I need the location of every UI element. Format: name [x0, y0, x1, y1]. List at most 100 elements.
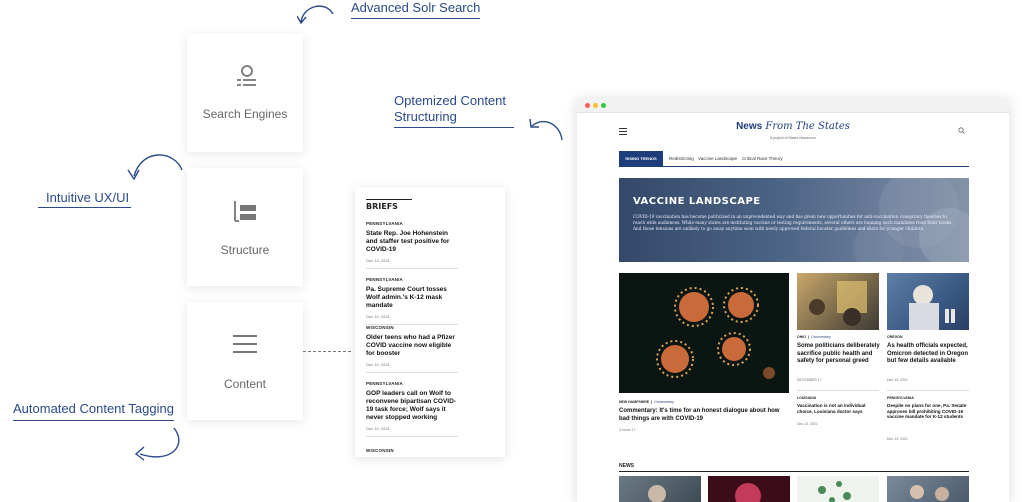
rising-trends-badge: RISING TRENDS [619, 151, 663, 166]
callout-underline [13, 420, 174, 421]
brief-item[interactable]: WISCONSIN Older teens who had a Pfizer C… [366, 325, 458, 373]
story-state: OHIO [797, 335, 806, 339]
brief-item[interactable]: WISCONSIN [366, 448, 458, 453]
briefs-rule [366, 199, 412, 200]
brief-state: PENNSYLVANIA [366, 221, 403, 226]
story-date: 3 hours 17 [619, 428, 636, 432]
callout-underline [38, 207, 132, 208]
brief-item[interactable]: PENNSYLVANIA Pa. Supreme Court tosses Wo… [366, 277, 458, 325]
story-date: Dec 13, 2021 [887, 378, 908, 382]
right-story2-headline[interactable]: Despite no plans for one, Pa. Senate app… [887, 403, 971, 420]
main-story-image[interactable] [619, 273, 789, 393]
hero-description: COVID-19 vaccination has become politici… [633, 214, 953, 232]
news-section-label: NEWS [619, 463, 634, 469]
people-image [910, 485, 949, 501]
story-separator [887, 390, 969, 391]
site-title-bold: News [736, 121, 763, 132]
mid-story-headline[interactable]: Some politicians deliberately sacrifice … [797, 343, 881, 366]
brief-headline[interactable]: Older teens who had a Pfizer COVID vacci… [366, 334, 458, 358]
card-label: Structure [220, 243, 270, 257]
search-list-icon [237, 65, 256, 86]
virus-pattern-image [818, 481, 851, 502]
callout-optimized-content-text: Optemized Content Structuring [394, 93, 507, 124]
callout-advanced-solr-text: Advanced Solr Search [351, 0, 481, 15]
brief-headline[interactable]: State Rep. Joe Hohenstein and staffer te… [366, 230, 458, 254]
story-date: DECEMBER 17 [797, 378, 822, 382]
brief-date: Dec 13, 2021 [366, 258, 390, 263]
hero-banner[interactable]: VACCINE LANDSCAPE COVID-19 vaccination h… [619, 178, 969, 262]
story-tag[interactable]: Commentary [654, 400, 674, 404]
brief-separator [366, 372, 458, 373]
callout-advanced-solr: Advanced Solr Search [351, 0, 481, 19]
callout-automated-tagging: Automated Content Tagging [13, 401, 174, 421]
card-content[interactable]: Content [187, 302, 303, 420]
story-date: Dec 13, 2021 [887, 437, 908, 441]
callout-optimized-content: Optemized Content Structuring [394, 93, 524, 128]
callout-intuitive-ux: Intuitive UX/UI [38, 190, 132, 208]
story-separator [797, 390, 879, 391]
structure-icon [234, 201, 256, 222]
curved-arrow-icon [529, 118, 563, 141]
brief-date: Dec 10, 2021 [366, 362, 390, 367]
right-story-headline[interactable]: As health officials expected, Omicron de… [887, 343, 971, 366]
card-label: Content [223, 377, 267, 391]
close-dot-icon[interactable] [585, 103, 590, 108]
site-title[interactable]: News From The States [577, 121, 1009, 132]
card-label: Search Engines [202, 107, 288, 121]
virus-image [735, 483, 761, 502]
minimize-dot-icon[interactable] [593, 103, 598, 108]
briefs-panel: BRIEFS PENNSYLVANIA State Rep. Joe Hohen… [355, 187, 505, 457]
person-image [648, 485, 666, 502]
card-structure[interactable]: Structure [187, 168, 303, 286]
news-thumb[interactable] [887, 476, 969, 502]
card-search-engines[interactable]: Search Engines [187, 34, 303, 152]
brief-item[interactable]: PENNSYLVANIA State Rep. Joe Hohenstein a… [366, 221, 458, 269]
hero-title: VACCINE LANDSCAPE [633, 196, 761, 207]
menu-lines-icon [233, 335, 257, 353]
site-title-italic: From The States [765, 121, 850, 132]
curved-arrow-icon [134, 427, 180, 461]
rising-trends-bar: RISING TRENDS Redistricting Vaccine Land… [619, 151, 969, 167]
story-state: OREGON [887, 335, 903, 339]
brief-separator [366, 436, 458, 437]
callout-automated-tagging-text: Automated Content Tagging [13, 401, 174, 416]
brief-state: PENNSYLVANIA [366, 381, 403, 386]
browser-chrome [577, 98, 1009, 113]
search-icon[interactable] [958, 127, 965, 134]
trend-link[interactable]: Critical Race Theory [742, 156, 783, 161]
story-state: PENNSYLVANIA [887, 396, 914, 400]
callout-underline [351, 18, 481, 19]
curved-arrow-icon [127, 154, 183, 181]
lab-worker-image [909, 285, 955, 330]
news-rule [619, 471, 969, 472]
site-subtitle: A project of States Newsroom [769, 136, 817, 140]
browser-window: News From The States A project of States… [577, 98, 1009, 502]
brief-date: Dec 10, 2021 [366, 426, 390, 431]
mid-story-meta: OHIO | Commentary [797, 335, 831, 339]
main-story-headline[interactable]: Commentary: It's time for an honest dial… [619, 408, 789, 423]
brief-item[interactable]: PENNSYLVANIA GOP leaders call on Wolf to… [366, 381, 458, 437]
story-state: LOUISIANA [797, 396, 817, 400]
crowd-image [809, 281, 867, 326]
news-thumb[interactable] [708, 476, 790, 502]
trend-link[interactable]: Redistricting [669, 156, 694, 161]
brief-date: Dec 10, 2021 [366, 314, 390, 319]
virus-image [656, 287, 775, 379]
brief-separator [366, 268, 458, 269]
mid-story2-headline[interactable]: Vaccination is not an individual choice,… [797, 403, 881, 414]
brief-headline[interactable]: Pa. Supreme Court tosses Wolf admin.'s K… [366, 286, 458, 310]
right-story-image[interactable] [887, 273, 969, 330]
story-tag[interactable]: Commentary [811, 335, 831, 339]
news-thumb[interactable] [619, 476, 701, 502]
briefs-title: BRIEFS [366, 202, 398, 211]
brief-headline[interactable]: GOP leaders call on Wolf to reconvene bi… [366, 390, 458, 422]
mid-story-image[interactable] [797, 273, 879, 330]
curved-arrow-icon [297, 5, 334, 24]
story-state: NEW HAMPSHIRE [619, 400, 650, 404]
brief-state: PENNSYLVANIA [366, 277, 403, 282]
maximize-dot-icon[interactable] [601, 103, 606, 108]
trend-link[interactable]: Vaccine Landscape [698, 156, 737, 161]
news-thumb[interactable] [797, 476, 879, 502]
main-story-meta: NEW HAMPSHIRE | Commentary [619, 400, 675, 404]
connector-dots [303, 351, 351, 352]
